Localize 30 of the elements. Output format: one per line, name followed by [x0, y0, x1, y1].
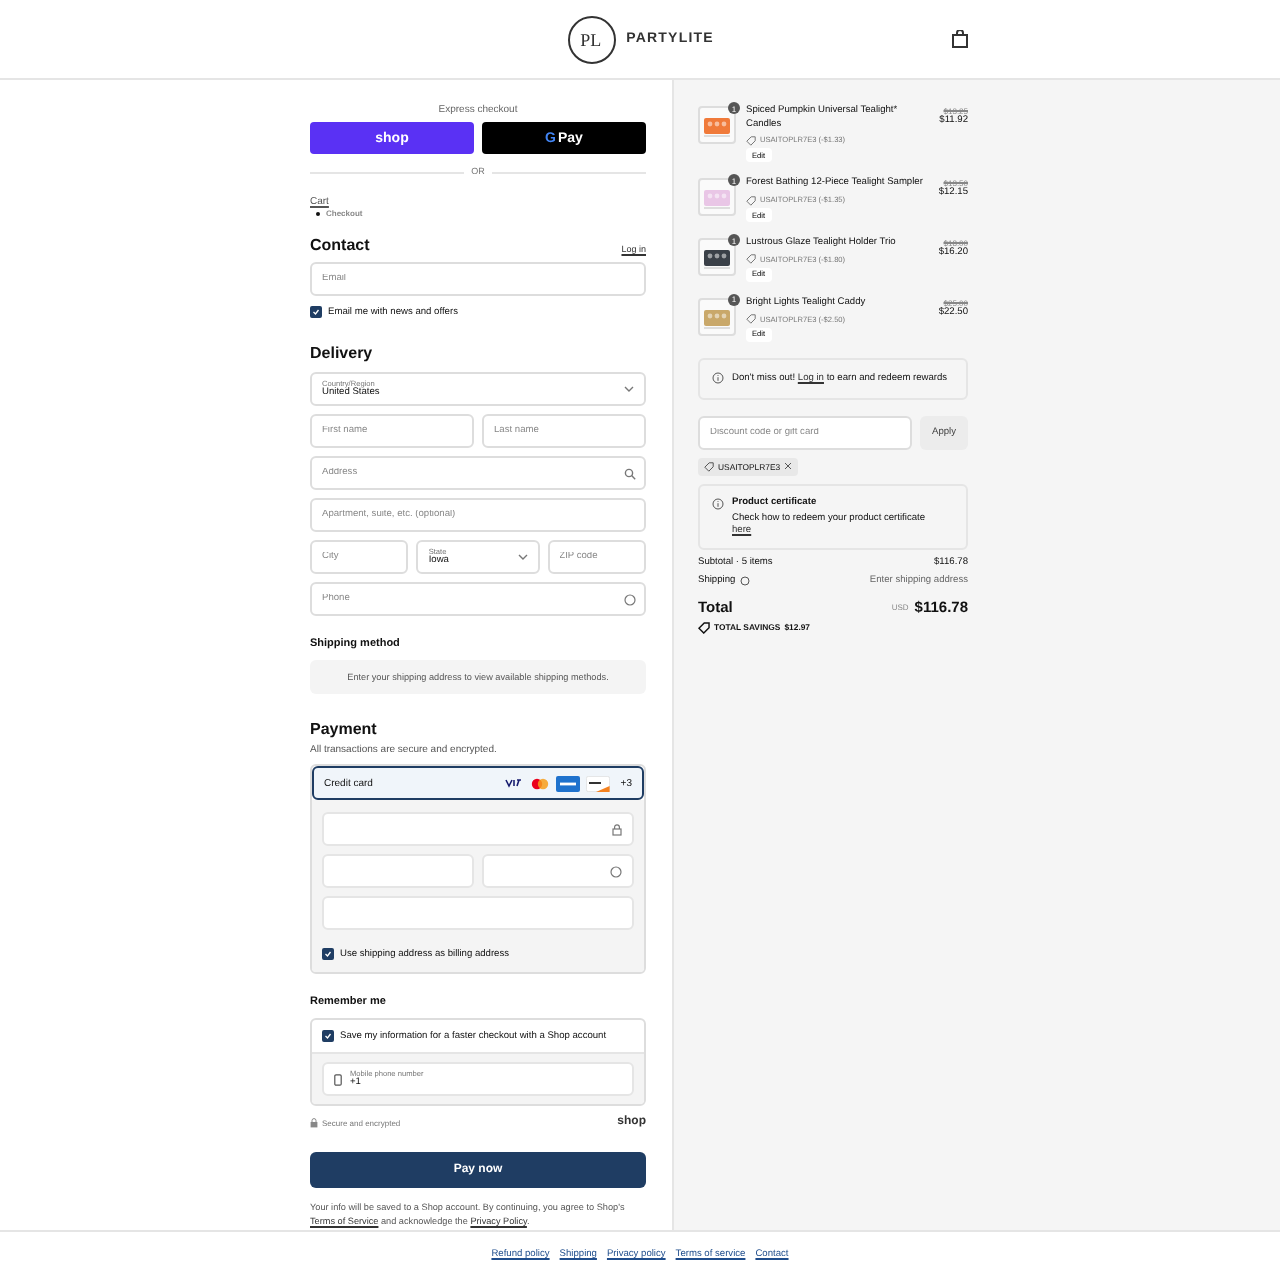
info-icon: [712, 497, 724, 510]
expiration-date-field[interactable]: [322, 854, 474, 888]
logo-monogram: PL: [580, 29, 602, 49]
shopping-bag-icon[interactable]: [952, 30, 968, 48]
logo-icon: [566, 13, 619, 65]
checkbox[interactable]: [322, 948, 334, 960]
tag-icon: [746, 254, 756, 265]
tag-icon: [746, 314, 756, 325]
close-icon[interactable]: [784, 462, 793, 471]
amex-card-icon: [556, 775, 581, 791]
tag-icon: [746, 195, 756, 206]
section-heading: Contact: [310, 236, 370, 254]
section-heading: Delivery: [310, 344, 375, 362]
lock-icon: [310, 1117, 318, 1127]
card-number-field[interactable]: [322, 812, 634, 846]
phone-icon: [334, 1073, 342, 1085]
tag-icon: [698, 621, 710, 634]
tag-icon: [704, 461, 714, 472]
name-on-card-field[interactable]: [322, 896, 634, 930]
chevron-down-icon: [624, 386, 634, 392]
checkbox[interactable]: [310, 306, 322, 318]
lock-icon: [612, 823, 622, 835]
chevron-down-icon: [517, 554, 528, 560]
search-icon: [624, 467, 636, 479]
section-heading: Payment: [310, 720, 379, 738]
security-code-field[interactable]: [482, 854, 634, 888]
mastercard-icon: [530, 777, 551, 789]
info-icon: [712, 371, 724, 384]
checkbox[interactable]: [322, 1030, 334, 1042]
tag-icon: [746, 135, 756, 146]
